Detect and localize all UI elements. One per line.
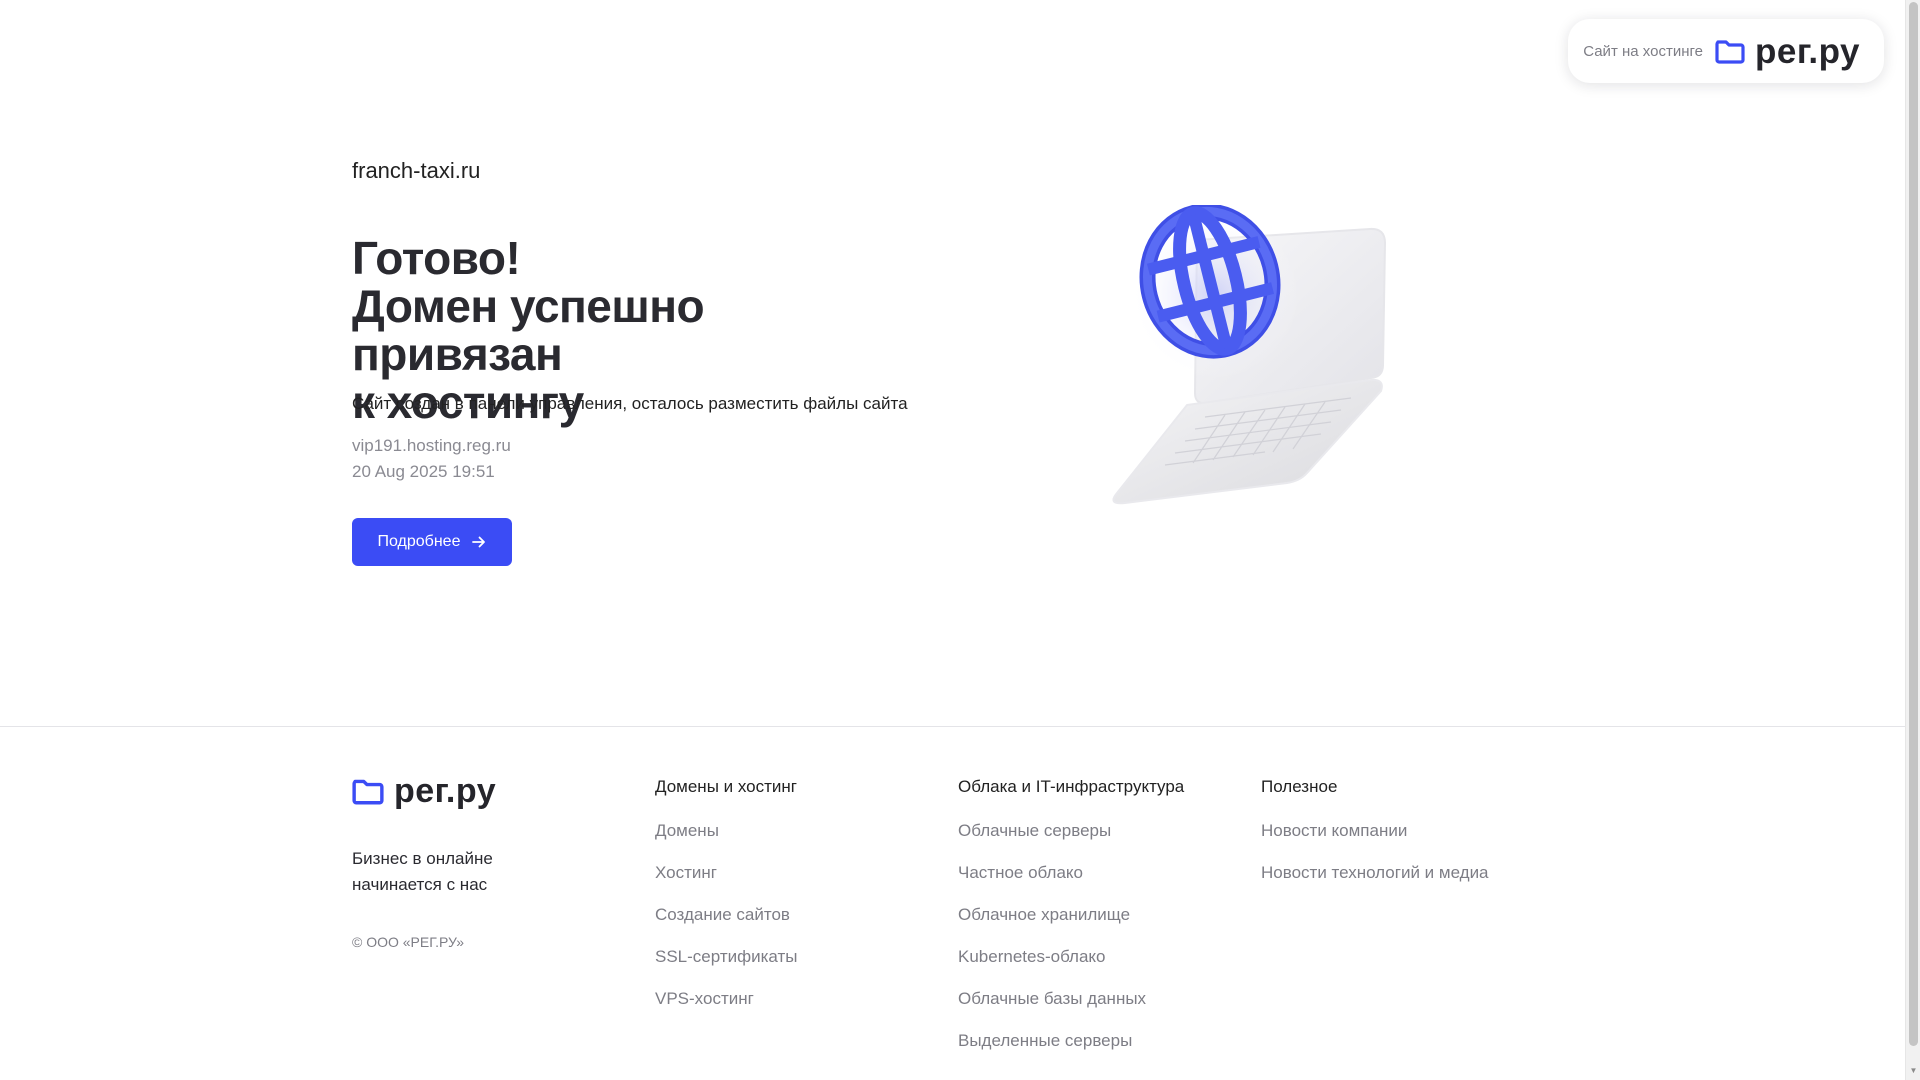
footer-column-title: Полезное	[1261, 777, 1338, 796]
footer-link[interactable]: Облачные базы данных	[958, 988, 1184, 1010]
footer-logo-text: рег.ру	[394, 772, 497, 810]
footer-link[interactable]: SSL-сертификаты	[655, 946, 798, 968]
badge-logo[interactable]: рег.ру	[1715, 34, 1860, 69]
footer-column-domains: Домены и хостинг Домены Хостинг Создание…	[655, 776, 798, 1030]
folder-icon	[1715, 40, 1745, 64]
footer-link[interactable]: Частное облако	[958, 862, 1184, 884]
footer-link[interactable]: Выделенные серверы	[958, 1030, 1184, 1052]
footer-column-title: Облака и IT-инфраструктура	[958, 777, 1185, 796]
footer-tagline: Бизнес в онлайне начинается с нас	[352, 849, 493, 894]
more-button-label: Подробнее	[377, 533, 461, 550]
footer-link[interactable]: VPS-хостинг	[655, 988, 798, 1010]
badge-text: Сайт на хостинге	[1583, 42, 1703, 60]
scrollbar-thumb[interactable]	[1909, 2, 1918, 1046]
vertical-scrollbar[interactable]: ▼	[1905, 0, 1920, 1080]
footer-link[interactable]: Kubernetes-облако	[958, 946, 1184, 968]
created-datetime: 20 Aug 2025 19:51	[352, 462, 495, 481]
footer-column-useful: Полезное Новости компании Новости технол…	[1261, 776, 1489, 904]
hero-subtitle: Сайт создан в панели управления, осталос…	[352, 394, 908, 413]
server-name: vip191.hosting.reg.ru	[352, 436, 511, 455]
footer-divider	[0, 726, 1905, 727]
hero-title-line: Домен успешно привязан	[352, 280, 705, 380]
footer-copyright: © ООО «РЕГ.РУ»	[352, 934, 465, 950]
page: Сайт на хостинге рег.ру franch-taxi.ru Г…	[0, 0, 1905, 1080]
footer-column-title: Домены и хостинг	[655, 777, 797, 796]
more-button[interactable]: Подробнее	[352, 518, 512, 566]
hosting-badge[interactable]: Сайт на хостинге рег.ру	[1568, 19, 1884, 83]
scroll-down-arrow-icon[interactable]: ▼	[1906, 1064, 1920, 1078]
footer-link[interactable]: Облачное хранилище	[958, 904, 1184, 926]
footer-link[interactable]: Домены	[655, 820, 798, 842]
footer-link[interactable]: Хостинг	[655, 862, 798, 884]
badge-logo-text: рег.ру	[1754, 31, 1860, 71]
domain-name: franch-taxi.ru	[352, 158, 481, 183]
footer-link[interactable]: Новости технологий и медиа	[1261, 862, 1489, 884]
footer-link[interactable]: Создание сайтов	[655, 904, 798, 926]
arrow-right-icon	[472, 536, 486, 548]
footer-link[interactable]: Новости компании	[1261, 820, 1489, 842]
footer-column-cloud: Облака и IT-инфраструктура Облачные серв…	[958, 776, 1184, 1072]
folder-icon	[352, 779, 384, 805]
laptop-globe-illustration	[1112, 205, 1387, 505]
footer-logo[interactable]: рег.ру	[352, 774, 496, 808]
hero-title-line: Готово!	[352, 232, 521, 284]
footer-link[interactable]: Облачные серверы	[958, 820, 1184, 842]
